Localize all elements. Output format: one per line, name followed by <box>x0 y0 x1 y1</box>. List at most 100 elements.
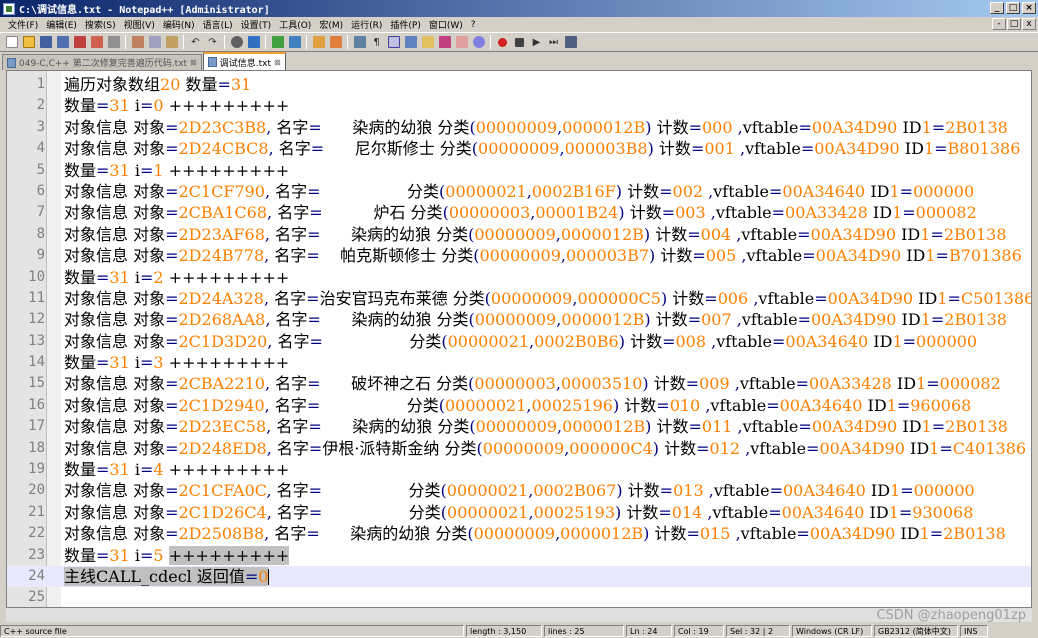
line-number: 1 <box>36 76 45 92</box>
line-number: 23 <box>28 546 45 563</box>
line-text: 对象信息 对象=2D24A328, 名字=治安官玛克布莱德 分类(0000000… <box>64 288 1032 308</box>
title-bar[interactable]: C:\调试信息.txt - Notepad++ [Administrator] … <box>0 0 1038 17</box>
editor-line[interactable]: 18 对象信息 对象=2D248ED8, 名字=伊根·派特斯金纳 分类(00000… <box>7 438 1031 459</box>
zoom-in-icon[interactable] <box>270 35 285 50</box>
sync-vertical-icon[interactable] <box>311 35 326 50</box>
menu-item[interactable]: 插件(P) <box>386 18 424 31</box>
editor-line[interactable]: 9 对象信息 对象=2D24B778, 名字= 帕克斯顿修士 分类(0000000… <box>7 245 1031 266</box>
menu-item[interactable]: 编辑(E) <box>42 18 81 31</box>
status-encoding[interactable]: GB2312 (简体中文) <box>874 625 958 637</box>
editor-line[interactable]: 24 主线CALL_cdecl 返回值=0 <box>7 565 1031 588</box>
editor-line[interactable]: 4 对象信息 对象=2D24CBC8, 名字= 尼尔斯修士 分类(00000009… <box>7 138 1031 159</box>
menu-item[interactable]: 文件(F) <box>4 18 42 31</box>
macro-play-multiple-icon[interactable]: ⏭ <box>546 35 561 50</box>
line-text: 数量=31 i=5 +++++++++ <box>64 545 290 565</box>
tab-close-icon[interactable]: ⊠ <box>274 58 281 67</box>
menu-item[interactable]: 运行(R) <box>347 18 386 31</box>
editor-line[interactable]: 8 对象信息 对象=2D23AF68, 名字= 染病的幼狼 分类(00000009… <box>7 224 1031 245</box>
print-icon[interactable] <box>106 35 121 50</box>
menu-item[interactable]: 工具(O) <box>275 18 315 31</box>
lang-define-icon[interactable] <box>403 35 418 50</box>
indent-guide-icon[interactable] <box>386 35 401 50</box>
cut-icon[interactable] <box>130 35 145 50</box>
editor-line[interactable]: 22 对象信息 对象=2D2508B8, 名字= 染病的幼狼 分类(0000000… <box>7 523 1031 544</box>
line-text: 对象信息 对象=2D24B778, 名字= 帕克斯顿修士 分类(00000009… <box>64 246 1022 266</box>
menu-item[interactable]: 窗口(W) <box>425 18 467 31</box>
menu-bar: 文件(F) 编辑(E) 搜索(S) 视图(V) 编码(N) 语言(L) 设置(T) 工具(O)… <box>0 17 1038 32</box>
editor-line[interactable]: 11 对象信息 对象=2D24A328, 名字=治安官玛克布莱德 分类(00000… <box>7 288 1031 309</box>
redo-icon[interactable]: ↷ <box>205 35 220 50</box>
tab-close-icon[interactable]: ⊠ <box>190 58 197 67</box>
macro-play-icon[interactable]: ▶ <box>529 35 544 50</box>
editor-line[interactable]: 21 对象信息 对象=2C1D26C4, 名字= 分类(00000021,0002… <box>7 502 1031 523</box>
close-all-icon[interactable] <box>89 35 104 50</box>
function-list-icon[interactable] <box>437 35 452 50</box>
line-text: 数量=31 i=2 +++++++++ <box>64 267 290 287</box>
editor-line[interactable]: 7 对象信息 对象=2CBA1C68, 名字= 炉石 分类(00000003,00… <box>7 202 1031 223</box>
doc-map-icon[interactable] <box>420 35 435 50</box>
text-editor[interactable]: 1 遍历对象数组20 数量=31 2 数量=31 i=0 +++++++++ 3 对象信息… <box>6 70 1032 608</box>
line-number: 3 <box>36 118 45 135</box>
close-button[interactable]: × <box>1022 2 1036 14</box>
line-number: 2 <box>36 97 45 114</box>
open-file-icon[interactable] <box>21 35 36 50</box>
macro-stop-icon[interactable] <box>512 35 527 50</box>
replace-icon[interactable] <box>246 35 261 50</box>
editor-line[interactable]: 3 对象信息 对象=2D23C3B8, 名字= 染病的幼狼 分类(00000009… <box>7 117 1031 138</box>
editor-line[interactable]: 19 数量=31 i=4 +++++++++ <box>7 459 1031 480</box>
doc-minimize-button[interactable]: - <box>992 18 1006 30</box>
macro-save-icon[interactable] <box>563 35 578 50</box>
menu-item[interactable]: 设置(T) <box>237 18 276 31</box>
editor-line[interactable]: 2 数量=31 i=0 +++++++++ <box>7 95 1031 116</box>
status-length: length : 3,150 <box>466 625 542 637</box>
new-file-icon[interactable] <box>4 35 19 50</box>
tab-debug-info[interactable]: 调试信息.txt ⊠ <box>202 52 286 70</box>
editor-line[interactable]: 1 遍历对象数组20 数量=31 <box>7 74 1031 95</box>
save-icon[interactable] <box>38 35 53 50</box>
editor-line[interactable]: 23 数量=31 i=5 +++++++++ <box>7 545 1031 566</box>
undo-icon[interactable]: ↶ <box>188 35 203 50</box>
toolbar-separator <box>490 35 491 49</box>
doc-close-button[interactable]: x <box>1022 18 1036 30</box>
editor-line[interactable]: 5 数量=31 i=1 +++++++++ <box>7 160 1031 181</box>
folder-workspace-icon[interactable] <box>454 35 469 50</box>
line-number: 15 <box>28 375 45 392</box>
editor-line[interactable]: 6 对象信息 对象=2C1CF790, 名字= 分类(00000021,0002B… <box>7 181 1031 202</box>
line-number: 16 <box>28 396 45 413</box>
editor-line[interactable]: 15 对象信息 对象=2CBA2210, 名字= 破坏神之石 分类(0000000… <box>7 373 1031 394</box>
save-all-icon[interactable] <box>55 35 70 50</box>
editor-line[interactable]: 13 对象信息 对象=2C1D3D20, 名字= 分类(00000021,0002… <box>7 331 1031 352</box>
editor-line[interactable]: 25 <box>7 587 1031 607</box>
macro-record-icon[interactable] <box>495 35 510 50</box>
menu-item[interactable]: 语言(L) <box>199 18 237 31</box>
maximize-button[interactable]: □ <box>1006 2 1020 14</box>
menu-item[interactable]: 宏(M) <box>315 18 347 31</box>
paste-icon[interactable] <box>164 35 179 50</box>
doc-restore-button[interactable]: □ <box>1007 18 1021 30</box>
line-text: 对象信息 对象=2C1D26C4, 名字= 分类(00000021,000251… <box>64 502 974 522</box>
editor-line[interactable]: 12 对象信息 对象=2D268AA8, 名字= 染病的幼狼 分类(0000000… <box>7 309 1031 330</box>
editor-line[interactable]: 20 对象信息 对象=2C1CFA0C, 名字= 分类(00000021,0002… <box>7 480 1031 501</box>
monitoring-icon[interactable] <box>471 35 486 50</box>
word-wrap-icon[interactable] <box>352 35 367 50</box>
menu-item[interactable]: ? <box>467 20 480 30</box>
menu-item[interactable]: 视图(V) <box>120 18 159 31</box>
find-icon[interactable] <box>229 35 244 50</box>
sync-horizontal-icon[interactable] <box>328 35 343 50</box>
editor-line[interactable]: 16 对象信息 对象=2C1D2940, 名字= 分类(00000021,0002… <box>7 395 1031 416</box>
tab-other-file[interactable]: 049-C,C++ 第二次修复完善遍历代码.txt ⊠ <box>2 54 202 70</box>
status-eol[interactable]: Windows (CR LF) <box>792 625 872 637</box>
line-number: 13 <box>28 332 45 349</box>
minimize-button[interactable]: _ <box>990 2 1004 14</box>
zoom-out-icon[interactable] <box>287 35 302 50</box>
line-number: 22 <box>28 525 45 542</box>
close-file-icon[interactable] <box>72 35 87 50</box>
show-all-chars-icon[interactable]: ¶ <box>369 35 384 50</box>
line-number: 8 <box>36 225 45 242</box>
menu-item[interactable]: 编码(N) <box>159 18 199 31</box>
editor-line[interactable]: 14 数量=31 i=3 +++++++++ <box>7 352 1031 373</box>
menu-item[interactable]: 搜索(S) <box>81 18 120 31</box>
editor-line[interactable]: 17 对象信息 对象=2D23EC58, 名字= 染病的幼狼 分类(0000000… <box>7 416 1031 437</box>
editor-line[interactable]: 10 数量=31 i=2 +++++++++ <box>7 267 1031 288</box>
copy-icon[interactable] <box>147 35 162 50</box>
